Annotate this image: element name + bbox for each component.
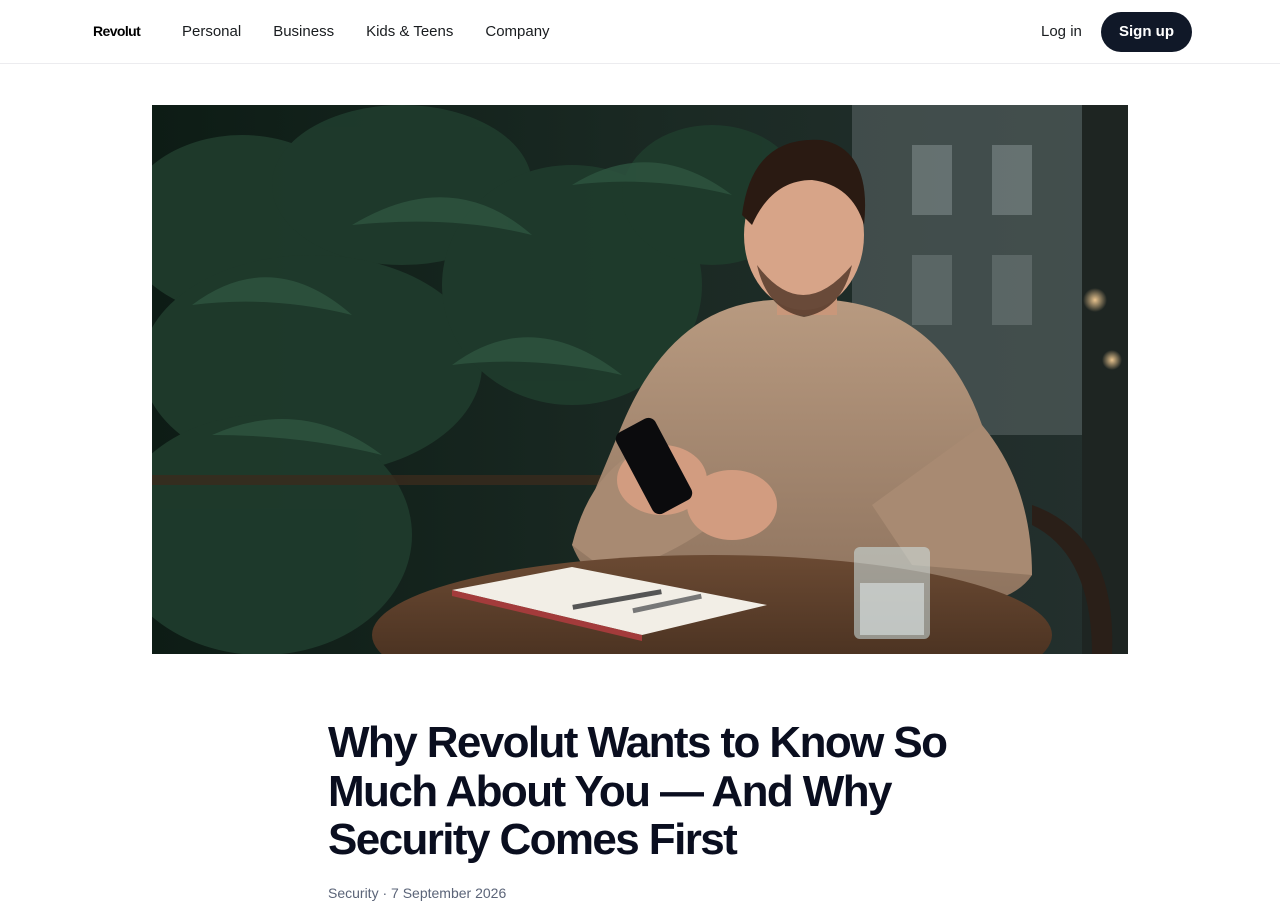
hero-image — [152, 105, 1128, 654]
revolut-logo[interactable]: Revolut — [93, 23, 141, 39]
site-header: Revolut Personal Business Kids & Teens C… — [0, 0, 1280, 64]
nav-item-kids-teens[interactable]: Kids & Teens — [366, 22, 453, 42]
main-nav: Personal Business Kids & Teens Company — [182, 22, 582, 42]
article-meta: Security · 7 September 2026 — [328, 884, 506, 902]
article-category[interactable]: Security — [328, 885, 379, 901]
nav-item-personal[interactable]: Personal — [182, 22, 241, 42]
nav-item-business[interactable]: Business — [273, 22, 334, 42]
nav-item-company[interactable]: Company — [485, 22, 549, 42]
signup-button[interactable]: Sign up — [1101, 12, 1192, 52]
hero-photo — [152, 105, 1128, 654]
article-title: Why Revolut Wants to Know So Much About … — [328, 718, 948, 864]
article-date: 7 September 2026 — [391, 885, 507, 901]
meta-separator: · — [378, 885, 392, 901]
login-link[interactable]: Log in — [1041, 22, 1082, 42]
